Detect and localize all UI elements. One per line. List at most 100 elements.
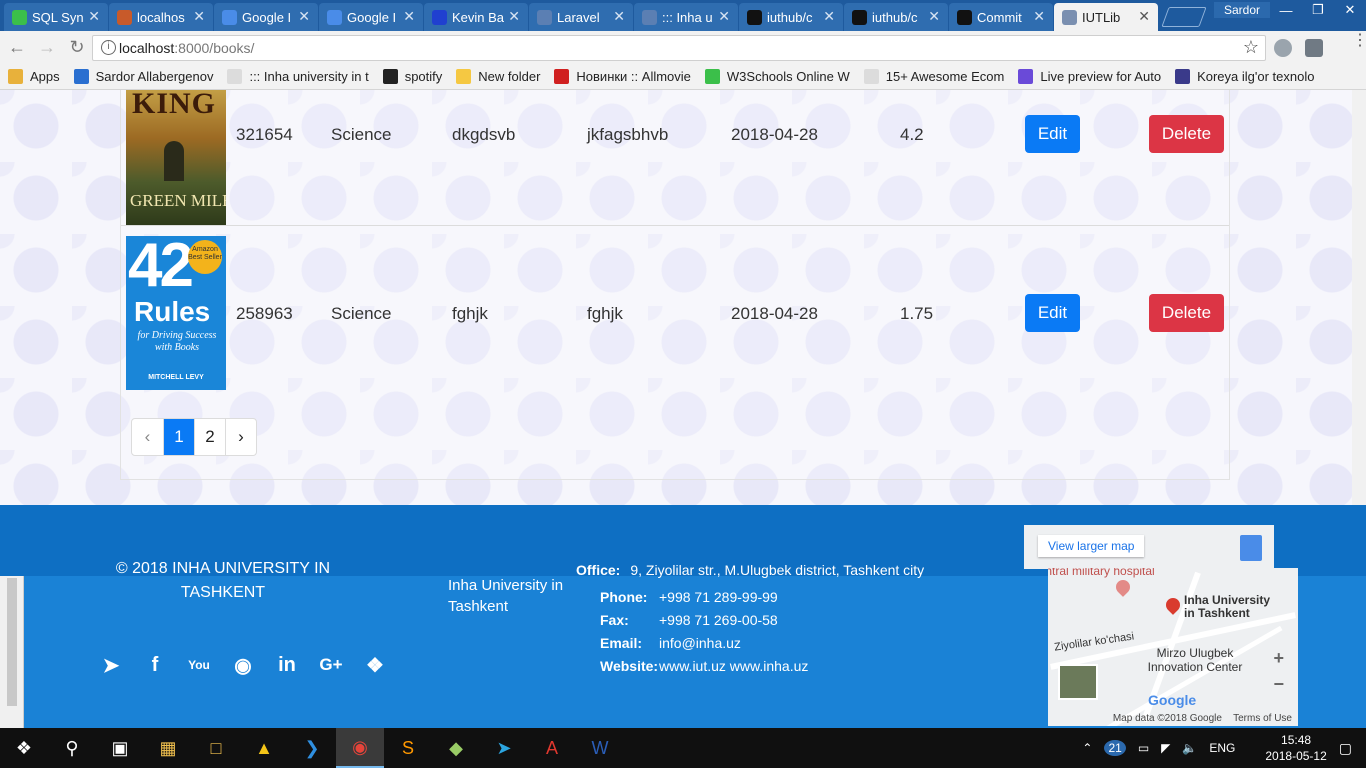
delete-button[interactable]: Delete (1149, 294, 1224, 332)
maximize-button[interactable]: ❐ (1302, 0, 1334, 20)
windows-start-icon[interactable]: ❖ (0, 728, 48, 768)
satellite-toggle[interactable] (1058, 664, 1098, 700)
info-icon[interactable]: i (101, 40, 116, 55)
sublime-icon[interactable]: S (384, 728, 432, 768)
minimize-button[interactable]: — (1270, 0, 1302, 20)
bookmark-item[interactable]: spotify (382, 69, 442, 84)
vscode-icon[interactable]: ❯ (288, 728, 336, 768)
pagination-prev[interactable]: ‹ (132, 419, 163, 455)
notification-badge[interactable]: 21 (1104, 740, 1126, 756)
battery-icon[interactable]: ▭ (1138, 741, 1149, 755)
bookmark-star-icon[interactable]: ☆ (1243, 37, 1259, 58)
bookmark-favicon-icon (8, 69, 23, 84)
browser-tab[interactable]: ::: Inha u ✕ (634, 3, 738, 31)
browser-tab[interactable]: Google I ✕ (214, 3, 318, 31)
store-icon[interactable]: ▦ (144, 728, 192, 768)
action-center-icon[interactable]: ▢ (1339, 740, 1352, 757)
close-tab-icon[interactable]: ✕ (88, 8, 100, 25)
git-icon[interactable]: ◆ (432, 728, 480, 768)
close-tab-icon[interactable]: ✕ (613, 8, 625, 25)
bookmark-item[interactable]: ::: Inha university in t (227, 69, 369, 84)
scrollbar-thumb[interactable] (7, 578, 17, 706)
bookmark-item[interactable]: Koreya ilg'or texnolo (1175, 69, 1314, 84)
close-tab-icon[interactable]: ✕ (403, 8, 415, 25)
website-value[interactable]: www.iut.uz www.inha.uz (659, 658, 808, 674)
browser-tab[interactable]: iuthub/c ✕ (844, 3, 948, 31)
bookmark-item[interactable]: Sardor Allabergenov (73, 69, 213, 84)
browser-tab[interactable]: iuthub/c ✕ (739, 3, 843, 31)
chrome-icon[interactable]: ◉ (336, 728, 384, 768)
clock[interactable]: 15:48 2018-05-12 (1253, 732, 1326, 764)
close-tab-icon[interactable]: ✕ (193, 8, 205, 25)
isbn-cell: 258963 (236, 304, 293, 323)
forward-icon[interactable]: → (34, 37, 60, 58)
browser-tab[interactable]: Commit ✕ (949, 3, 1053, 31)
extension-icon[interactable] (1274, 39, 1292, 57)
delete-button[interactable]: Delete (1149, 115, 1224, 153)
new-tab-button[interactable] (1161, 7, 1207, 27)
social-links: ➤ f You ◉ in G+ ❖ (98, 652, 406, 678)
app-icon[interactable]: ▲ (240, 728, 288, 768)
email-value[interactable]: info@inha.uz (659, 635, 741, 651)
facebook-icon[interactable]: f (142, 652, 168, 678)
map-embed[interactable]: Central military hospital Inha Universit… (1048, 568, 1298, 726)
street-view-pegman-icon[interactable] (1240, 535, 1262, 561)
zoom-out-icon[interactable]: − (1273, 674, 1284, 695)
close-tab-icon[interactable]: ✕ (298, 8, 310, 25)
browser-tab[interactable]: localhos ✕ (109, 3, 213, 31)
reload-icon[interactable]: ↻ (64, 37, 90, 58)
bookmark-item[interactable]: Live preview for Auto (1018, 69, 1161, 84)
tab-favicon-icon (222, 10, 237, 25)
word-icon[interactable]: W (576, 728, 624, 768)
bookmark-item[interactable]: 15+ Awesome Ecom (863, 69, 1004, 84)
close-tab-icon[interactable]: ✕ (823, 8, 835, 25)
close-tab-icon[interactable]: ✕ (1033, 8, 1045, 25)
zoom-in-icon[interactable]: + (1273, 648, 1284, 669)
bookmark-item[interactable]: W3Schools Online W (704, 69, 850, 84)
pagination-page-1[interactable]: 1 (163, 419, 194, 455)
file-explorer-icon[interactable]: □ (192, 728, 240, 768)
footer-scrollbar[interactable] (0, 576, 24, 728)
browser-tab[interactable]: SQL Syn ✕ (4, 3, 108, 31)
telegram-icon[interactable]: ➤ (98, 652, 124, 678)
edit-button[interactable]: Edit (1025, 115, 1080, 153)
language-indicator[interactable]: ENG (1209, 741, 1235, 755)
bookmark-item[interactable]: New folder (456, 69, 540, 84)
network-icon[interactable]: ◤ (1161, 741, 1170, 755)
close-tab-icon[interactable]: ✕ (928, 8, 940, 25)
profile-button[interactable]: Sardor (1213, 2, 1270, 18)
address-bar[interactable]: i localhost:8000/books/ ☆ (92, 35, 1266, 61)
browser-menu-icon[interactable]: ⋮ (1352, 33, 1366, 49)
chevron-up-icon[interactable]: ⌃ (1082, 741, 1092, 755)
browser-tab[interactable]: Kevin Ba ✕ (424, 3, 528, 31)
instagram-icon[interactable]: ◉ (230, 652, 256, 678)
browser-tab[interactable]: Laravel ✕ (529, 3, 633, 31)
linkedin-icon[interactable]: in (274, 652, 300, 678)
extension-icon[interactable] (1305, 39, 1323, 57)
youtube-icon[interactable]: You (186, 652, 212, 678)
browser-tab[interactable]: Google I ✕ (319, 3, 423, 31)
tab-favicon-icon (537, 10, 552, 25)
back-icon[interactable]: ← (4, 37, 30, 58)
close-tab-icon[interactable]: ✕ (1138, 8, 1150, 25)
page-scrollbar[interactable] (1352, 90, 1366, 566)
twitter-icon[interactable]: ❖ (362, 652, 388, 678)
bookmark-item[interactable]: Новинки :: Allmovie (554, 69, 691, 84)
pagination-page-2[interactable]: 2 (194, 419, 225, 455)
volume-icon[interactable]: 🔈 (1182, 741, 1197, 755)
task-view-icon[interactable]: ▣ (96, 728, 144, 768)
google-plus-icon[interactable]: G+ (318, 652, 344, 678)
phone-value[interactable]: +998 71 289-99-99 (659, 589, 778, 605)
pagination-next[interactable]: › (225, 419, 256, 455)
acrobat-icon[interactable]: A (528, 728, 576, 768)
close-tab-icon[interactable]: ✕ (718, 8, 730, 25)
browser-tab[interactable]: IUTLib ✕ (1054, 3, 1158, 31)
view-larger-map-link[interactable]: View larger map (1038, 535, 1145, 557)
telegram-icon[interactable]: ➤ (480, 728, 528, 768)
close-tab-icon[interactable]: ✕ (508, 8, 520, 25)
close-window-button[interactable]: ✕ (1334, 0, 1366, 20)
bookmark-item[interactable]: Apps (8, 69, 60, 84)
search-icon[interactable]: ⚲ (48, 728, 96, 768)
edit-button[interactable]: Edit (1025, 294, 1080, 332)
terms-link[interactable]: Terms of Use (1233, 713, 1292, 724)
